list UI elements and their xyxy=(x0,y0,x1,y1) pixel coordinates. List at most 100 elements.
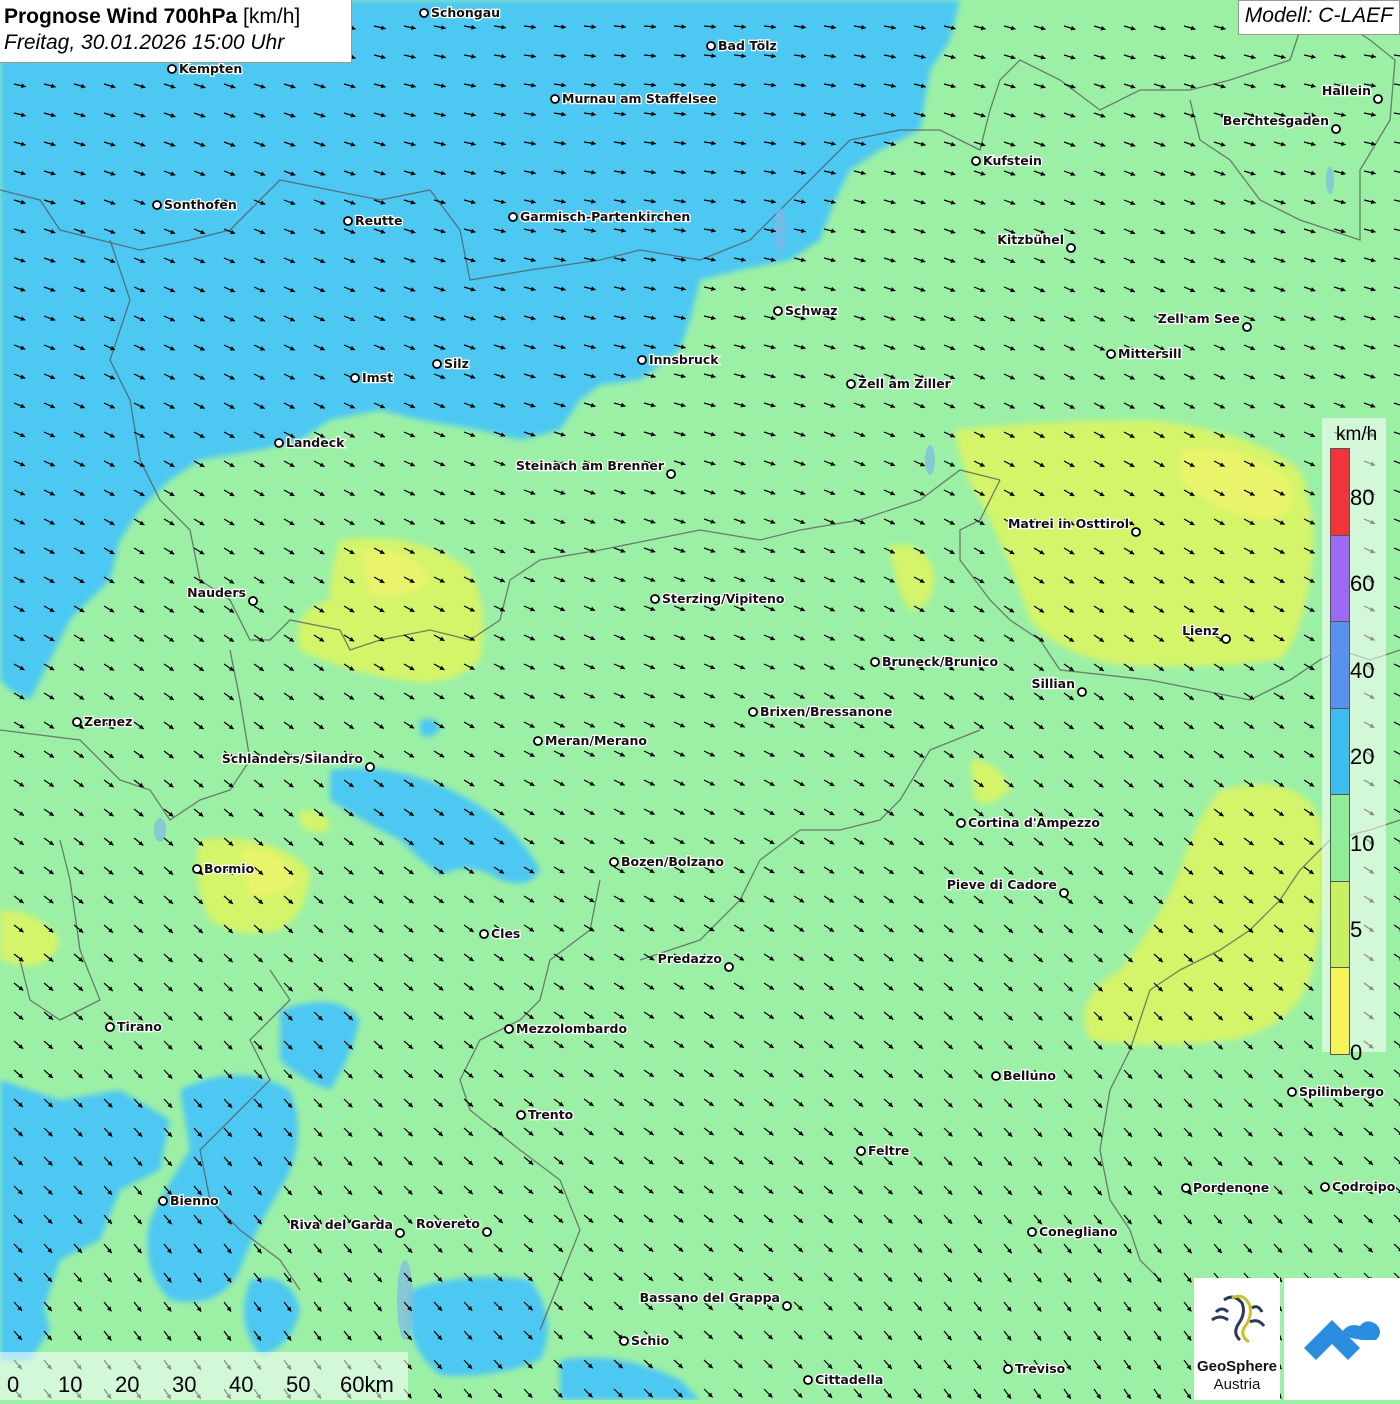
city-label: Bruneck/Brunico xyxy=(882,654,998,669)
city-label: Landeck xyxy=(286,435,345,450)
city-marker: Landeck xyxy=(275,435,345,450)
city-dot xyxy=(73,718,81,726)
city-label: Treviso xyxy=(1015,1361,1066,1376)
city-marker: Schongau xyxy=(420,5,500,20)
city-dot xyxy=(1004,1365,1012,1373)
legend-band xyxy=(1330,881,1350,969)
city-marker: Zell am Ziller xyxy=(847,376,952,391)
city-dot xyxy=(1288,1088,1296,1096)
scale-label: 50 xyxy=(286,1372,310,1398)
city-dot xyxy=(509,213,517,221)
city-dot xyxy=(774,307,782,315)
city-label: Tirano xyxy=(117,1019,162,1034)
city-label: Brixen/Bressanone xyxy=(760,704,892,719)
city-label: Bad Tölz xyxy=(718,38,777,53)
city-marker: Innsbruck xyxy=(638,352,719,367)
city-label: Meran/Merano xyxy=(545,733,647,748)
city-label: Feltre xyxy=(868,1143,909,1158)
city-dot xyxy=(351,374,359,382)
city-marker: Murnau am Staffelsee xyxy=(551,91,717,106)
city-dot xyxy=(871,658,879,666)
city-label: Codroipo xyxy=(1332,1179,1396,1194)
legend-label: 5 xyxy=(1350,917,1362,943)
legend-unit: km/h xyxy=(1336,424,1377,446)
legend-band xyxy=(1330,708,1350,796)
scale-label: 60km xyxy=(340,1372,394,1398)
model-label: Modell: C-LAEF xyxy=(1238,0,1400,35)
legend-band xyxy=(1330,621,1350,709)
legend-label: 20 xyxy=(1350,744,1374,770)
city-dot xyxy=(505,1025,513,1033)
city-marker: Meran/Merano xyxy=(534,733,647,748)
geosphere-logo-icon xyxy=(1194,1278,1280,1358)
city-marker: Spilimbergo xyxy=(1288,1084,1384,1099)
city-label: Rovereto xyxy=(416,1216,480,1231)
city-label: Schwaz xyxy=(785,303,838,318)
city-dot xyxy=(1321,1183,1329,1191)
city-dot xyxy=(1060,889,1068,897)
city-dot xyxy=(972,157,980,165)
city-dot xyxy=(249,597,257,605)
city-label: Schlanders/Silandro xyxy=(222,751,364,766)
city-marker: Kempten xyxy=(168,61,242,76)
city-label: Pordenone xyxy=(1193,1180,1269,1195)
city-dot xyxy=(783,1302,791,1310)
city-label: Bormio xyxy=(204,861,255,876)
scale-label: 30 xyxy=(172,1372,196,1398)
city-dot xyxy=(1374,95,1382,103)
city-dot xyxy=(433,360,441,368)
legend-label: 10 xyxy=(1350,831,1374,857)
city-dot xyxy=(1332,125,1340,133)
city-label: Predazzo xyxy=(658,951,723,966)
city-dot xyxy=(957,819,965,827)
wind-map: Schongau Bad Tölz Kempten Murnau am Staffel… xyxy=(0,0,1400,1400)
city-label: Hallein xyxy=(1322,83,1371,98)
city-label: Berchtesgaden xyxy=(1223,113,1329,128)
city-label: Mittersill xyxy=(1118,346,1182,361)
city-label: Pieve di Cadore xyxy=(947,877,1057,892)
city-dot xyxy=(1107,350,1115,358)
city-label: Bassano del Grappa xyxy=(640,1290,780,1305)
city-label: Cittadella xyxy=(815,1372,883,1387)
city-label: Innsbruck xyxy=(649,352,719,367)
city-dot xyxy=(638,356,646,364)
city-label: Schio xyxy=(631,1333,670,1348)
city-marker: Codroipo xyxy=(1321,1179,1396,1194)
city-label: Schongau xyxy=(431,5,500,20)
city-label: Reutte xyxy=(355,213,402,228)
wetter-app-logo-box xyxy=(1284,1278,1400,1400)
scale-label: 20 xyxy=(115,1372,139,1398)
city-label: Silz xyxy=(444,356,469,371)
city-dot xyxy=(1243,323,1251,331)
city-dot xyxy=(707,42,715,50)
city-marker: Cortina d'Ampezzo xyxy=(957,815,1100,830)
city-dot xyxy=(193,865,201,873)
city-dot xyxy=(1067,244,1075,252)
city-label: Trento xyxy=(528,1107,574,1122)
city-label: Cortina d'Ampezzo xyxy=(968,815,1100,830)
map-title-box: Prognose Wind 700hPa [km/h] Freitag, 30.… xyxy=(0,0,352,63)
city-marker: Kufstein xyxy=(972,153,1042,168)
logo-line1: GeoSphere xyxy=(1194,1358,1280,1375)
city-dot xyxy=(847,380,855,388)
city-dot xyxy=(651,595,659,603)
scale-label: 0 xyxy=(7,1372,19,1398)
city-label: Kempten xyxy=(179,61,242,76)
legend-band xyxy=(1330,794,1350,882)
city-label: Imst xyxy=(362,370,393,385)
forecast-date: Freitag, 30.01.2026 15:00 Uhr xyxy=(4,30,351,56)
city-dot xyxy=(517,1111,525,1119)
city-dot xyxy=(610,858,618,866)
city-dot xyxy=(749,708,757,716)
legend-label: 0 xyxy=(1350,1040,1362,1066)
city-label: Cles xyxy=(491,926,520,941)
city-marker: Bruneck/Brunico xyxy=(871,654,998,669)
city-dot xyxy=(420,9,428,17)
legend-band xyxy=(1330,535,1350,623)
city-dot xyxy=(857,1147,865,1155)
city-marker: Garmisch-Partenkirchen xyxy=(509,209,690,224)
city-label: Sterzing/Vipiteno xyxy=(662,591,785,606)
city-label: Kitzbühel xyxy=(997,232,1064,247)
city-label: Belluno xyxy=(1003,1068,1056,1083)
title-unit: [km/h] xyxy=(243,5,300,28)
